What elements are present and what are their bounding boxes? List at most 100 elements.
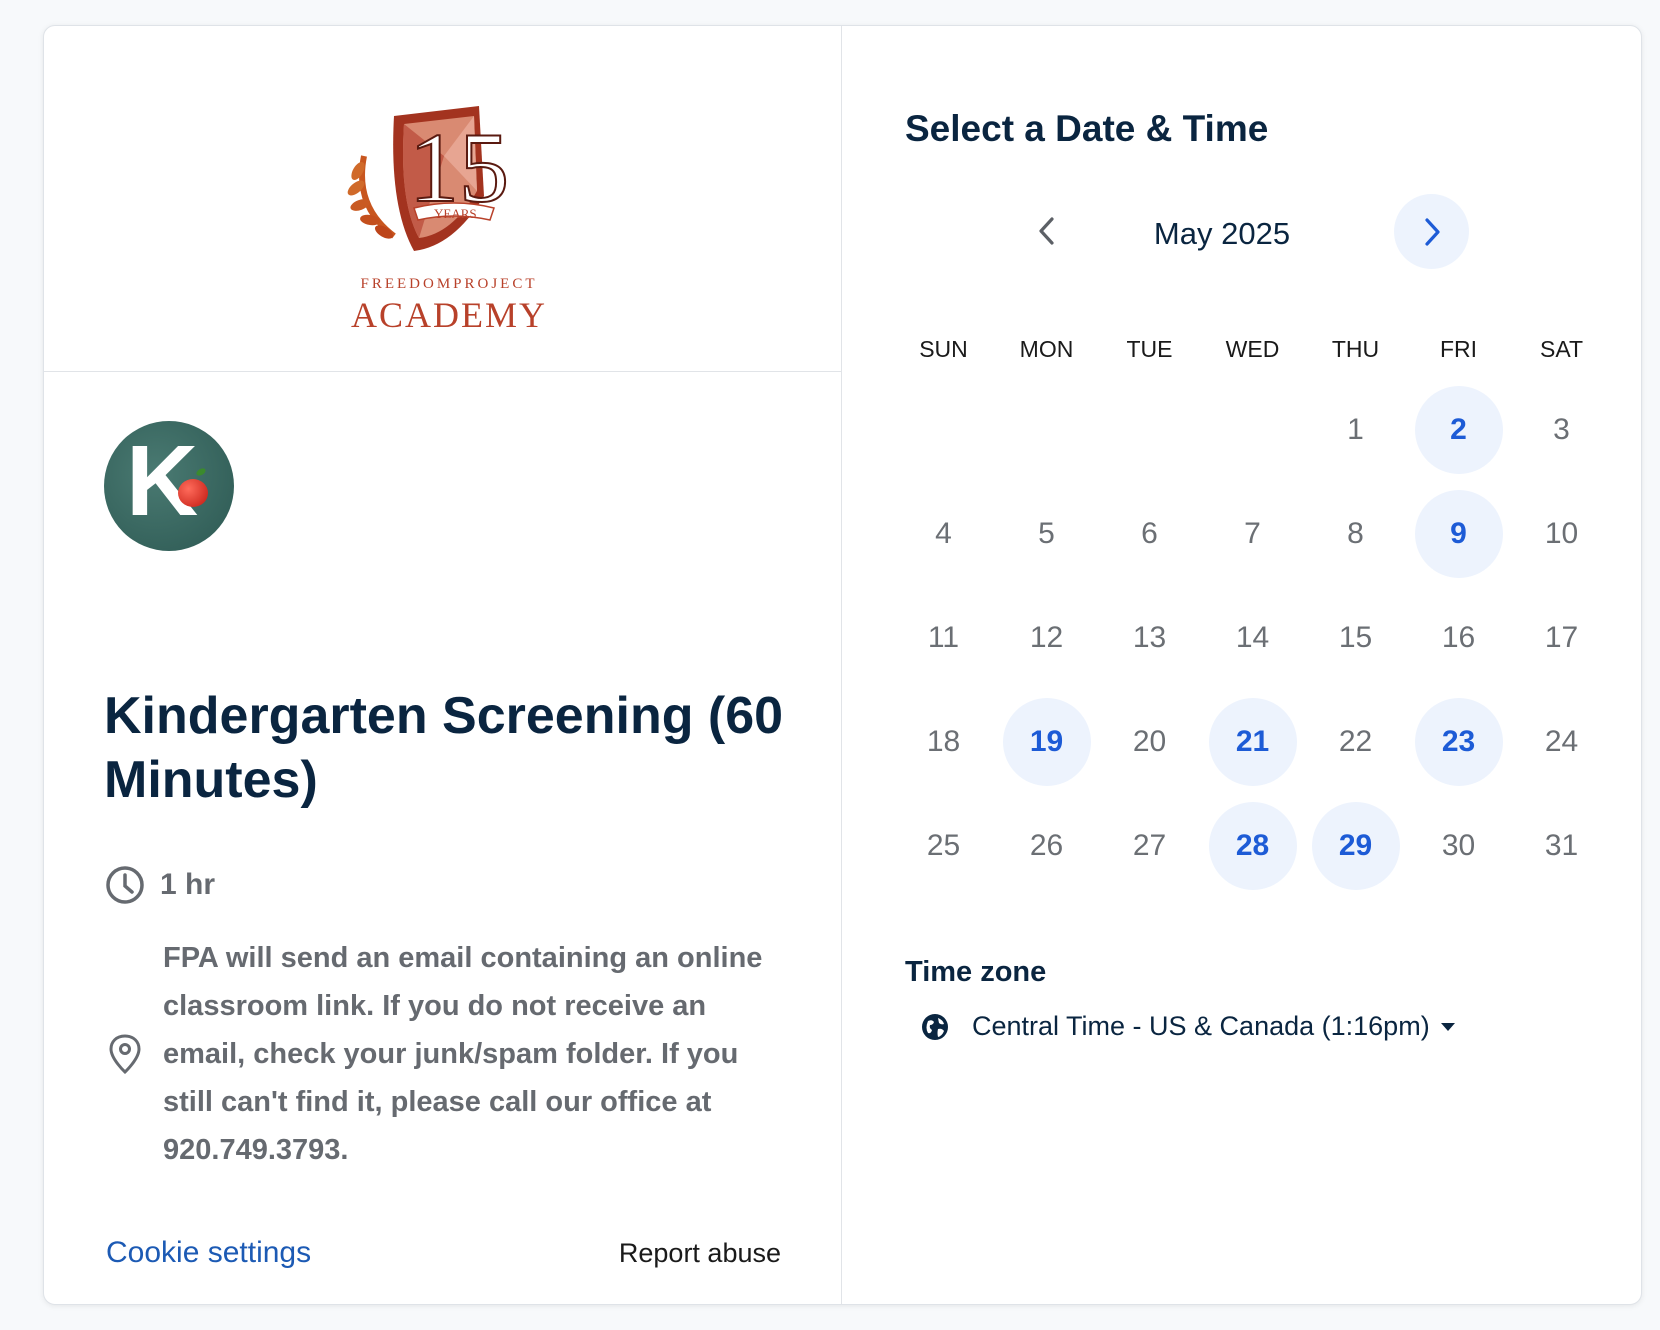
available-day-button[interactable]: 29 bbox=[1304, 794, 1407, 898]
unavailable-day: 27 bbox=[1098, 794, 1201, 898]
unavailable-day: 8 bbox=[1304, 482, 1407, 586]
unavailable-day: 14 bbox=[1201, 586, 1304, 690]
available-day-button[interactable]: 9 bbox=[1407, 482, 1510, 586]
unavailable-day: 10 bbox=[1510, 482, 1613, 586]
unavailable-day: 5 bbox=[995, 482, 1098, 586]
day-number: 4 bbox=[935, 517, 952, 550]
empty-day-cell bbox=[892, 378, 995, 482]
empty-day-cell bbox=[1098, 378, 1201, 482]
day-number[interactable]: 28 bbox=[1208, 802, 1297, 890]
timezone-select[interactable]: Central Time - US & Canada (1:16pm) bbox=[920, 1011, 1456, 1042]
available-day-button[interactable]: 2 bbox=[1407, 378, 1510, 482]
day-number: 15 bbox=[1338, 621, 1373, 654]
freedomproject-academy-logo: 15 YEARS FREEDOMPROJECT ACADEMY bbox=[334, 86, 564, 336]
day-number: 27 bbox=[1132, 829, 1167, 862]
day-number: 24 bbox=[1544, 725, 1579, 758]
event-details-panel: 15 YEARS FREEDOMPROJECT ACADEMY K Kinder… bbox=[44, 26, 842, 1304]
chevron-left-icon bbox=[1039, 217, 1054, 245]
weekday-tue: TUE bbox=[1126, 336, 1173, 362]
map-pin-icon bbox=[109, 1034, 141, 1075]
day-number: 30 bbox=[1441, 829, 1476, 862]
apple-icon bbox=[178, 479, 208, 507]
unavailable-day: 18 bbox=[892, 690, 995, 794]
day-number: 18 bbox=[926, 725, 961, 758]
timezone-value: Central Time - US & Canada (1:16pm) bbox=[972, 1011, 1430, 1041]
day-number: 6 bbox=[1141, 517, 1158, 550]
event-duration: 1 hr bbox=[104, 864, 215, 906]
day-number: 31 bbox=[1544, 829, 1579, 862]
unavailable-day: 24 bbox=[1510, 690, 1613, 794]
booking-card: 15 YEARS FREEDOMPROJECT ACADEMY K Kinder… bbox=[43, 25, 1642, 1305]
unavailable-day: 3 bbox=[1510, 378, 1613, 482]
caret-down-icon bbox=[1440, 1022, 1455, 1031]
day-number[interactable]: 21 bbox=[1208, 698, 1297, 786]
day-number: 11 bbox=[927, 621, 960, 654]
timezone-label: Time zone bbox=[905, 956, 1047, 988]
unavailable-day: 20 bbox=[1098, 690, 1201, 794]
day-number: 5 bbox=[1038, 517, 1055, 550]
day-number: 1 bbox=[1347, 413, 1364, 446]
weekday-sat: SAT bbox=[1539, 336, 1584, 362]
logo-title: ACADEMY bbox=[350, 295, 547, 335]
day-number: 25 bbox=[926, 829, 961, 862]
select-date-heading: Select a Date & Time bbox=[905, 108, 1269, 149]
month-navigation: May 2025 bbox=[842, 194, 1641, 274]
logo-area: 15 YEARS FREEDOMPROJECT ACADEMY bbox=[44, 26, 841, 372]
date-time-panel: Select a Date & Time May 2025 SUN MON TUE W… bbox=[842, 26, 1641, 1304]
day-number: 26 bbox=[1029, 829, 1064, 862]
unavailable-day: 13 bbox=[1098, 586, 1201, 690]
logo-subtitle: FREEDOMPROJECT bbox=[360, 276, 538, 292]
weekday-wed: WED bbox=[1225, 336, 1280, 362]
available-day-button[interactable]: 23 bbox=[1407, 690, 1510, 794]
day-number: 16 bbox=[1441, 621, 1476, 654]
day-number: 10 bbox=[1544, 517, 1579, 550]
unavailable-day: 31 bbox=[1510, 794, 1613, 898]
empty-day-cell bbox=[1201, 378, 1304, 482]
available-day-button[interactable]: 21 bbox=[1201, 690, 1304, 794]
unavailable-day: 22 bbox=[1304, 690, 1407, 794]
organizer-avatar: K bbox=[104, 421, 234, 551]
day-number: 3 bbox=[1553, 413, 1570, 446]
weekday-mon: MON bbox=[1019, 336, 1074, 362]
day-number: 8 bbox=[1347, 517, 1364, 550]
weekday-sun: SUN bbox=[919, 336, 968, 362]
report-abuse-link[interactable]: Report abuse bbox=[619, 1238, 781, 1269]
svg-text:YEARS: YEARS bbox=[434, 206, 477, 221]
unavailable-day: 15 bbox=[1304, 586, 1407, 690]
unavailable-day: 6 bbox=[1098, 482, 1201, 586]
calendar-grid: 1 2 3 4 5 6 7 8 9 10 11 12 13 14 15 16 17 18 19 20 21 22 23 24 2… bbox=[892, 378, 1612, 898]
available-day-button[interactable]: 28 bbox=[1201, 794, 1304, 898]
day-number: 7 bbox=[1244, 517, 1261, 550]
weekday-fri: FRI bbox=[1439, 336, 1478, 362]
day-number[interactable]: 23 bbox=[1414, 698, 1503, 786]
month-label: May 2025 bbox=[1153, 216, 1291, 251]
unavailable-day: 12 bbox=[995, 586, 1098, 690]
day-number: 17 bbox=[1544, 621, 1579, 654]
globe-icon bbox=[922, 1013, 948, 1040]
day-number: 14 bbox=[1235, 621, 1270, 654]
day-number: 22 bbox=[1338, 725, 1373, 758]
clock-icon bbox=[106, 866, 144, 904]
day-number[interactable]: 2 bbox=[1414, 386, 1503, 474]
shield-laurel-icon: 15 YEARS bbox=[347, 106, 510, 251]
previous-month-button[interactable] bbox=[1012, 196, 1082, 266]
unavailable-day: 26 bbox=[995, 794, 1098, 898]
unavailable-day: 16 bbox=[1407, 586, 1510, 690]
unavailable-day: 7 bbox=[1201, 482, 1304, 586]
day-number[interactable]: 9 bbox=[1414, 490, 1503, 578]
weekday-thu: THU bbox=[1331, 336, 1380, 362]
event-title: Kindergarten Screening (60 Minutes) bbox=[104, 687, 784, 809]
day-number: 20 bbox=[1132, 725, 1167, 758]
duration-text: 1 hr bbox=[160, 868, 216, 901]
day-number: 13 bbox=[1132, 621, 1167, 654]
day-number[interactable]: 29 bbox=[1311, 802, 1400, 890]
available-day-button[interactable]: 19 bbox=[995, 690, 1098, 794]
unavailable-day: 1 bbox=[1304, 378, 1407, 482]
unavailable-day: 17 bbox=[1510, 586, 1613, 690]
next-month-button[interactable] bbox=[1394, 194, 1469, 269]
unavailable-day: 30 bbox=[1407, 794, 1510, 898]
day-number[interactable]: 19 bbox=[1002, 698, 1091, 786]
cookie-settings-link[interactable]: Cookie settings bbox=[106, 1236, 311, 1270]
unavailable-day: 4 bbox=[892, 482, 995, 586]
unavailable-day: 11 bbox=[892, 586, 995, 690]
